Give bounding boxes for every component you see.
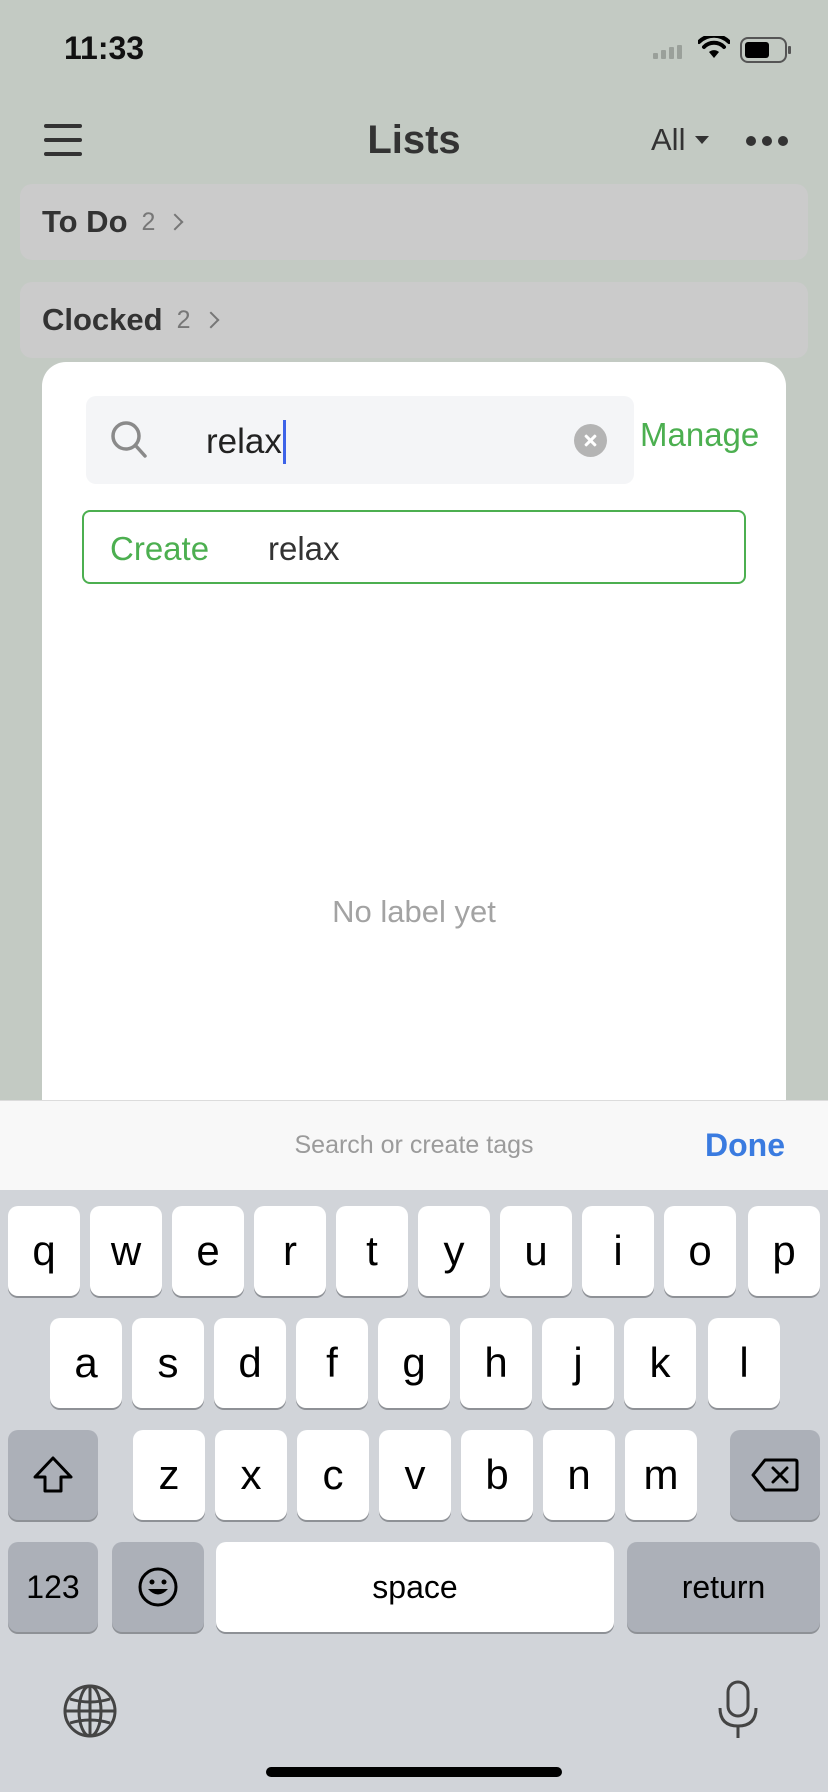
app-header: Lists All	[0, 100, 828, 180]
wifi-icon	[698, 36, 730, 58]
list-row-clocked[interactable]: Clocked 2	[20, 282, 808, 358]
create-label: Create	[110, 530, 210, 567]
empty-state-message: No label yet	[332, 894, 496, 929]
key-v[interactable]: v	[379, 1430, 451, 1520]
key-y[interactable]: y	[418, 1206, 490, 1296]
done-button[interactable]: Done	[705, 1127, 785, 1164]
cellular-signal-icon	[653, 45, 682, 59]
filter-dropdown[interactable]: All	[651, 122, 710, 158]
key-u[interactable]: u	[500, 1206, 572, 1296]
shift-icon	[33, 1456, 73, 1493]
key-i[interactable]: i	[582, 1206, 654, 1296]
backspace-icon	[751, 1458, 799, 1492]
search-value: relax	[206, 422, 282, 461]
key-a[interactable]: a	[50, 1318, 122, 1408]
key-m[interactable]: m	[625, 1430, 697, 1520]
caret-down-icon	[695, 136, 710, 144]
key-k[interactable]: k	[624, 1318, 696, 1408]
search-icon	[111, 421, 147, 458]
key-c[interactable]: c	[297, 1430, 369, 1520]
key-b[interactable]: b	[461, 1430, 533, 1520]
filter-label: All	[651, 122, 686, 157]
list-name: Clocked	[42, 302, 163, 337]
create-tag-button[interactable]: Create relax	[82, 510, 746, 584]
tag-sheet: relax Manage Create relax No label yet	[42, 362, 786, 1102]
delete-key[interactable]	[730, 1430, 820, 1520]
shift-key[interactable]	[8, 1430, 98, 1520]
key-w[interactable]: w	[90, 1206, 162, 1296]
home-indicator	[266, 1767, 562, 1777]
key-d[interactable]: d	[214, 1318, 286, 1408]
clear-icon[interactable]	[574, 424, 607, 457]
list-name: To Do	[42, 204, 128, 239]
text-cursor	[282, 420, 286, 464]
chevron-right-icon	[166, 213, 184, 231]
battery-icon	[740, 37, 791, 63]
key-p[interactable]: p	[748, 1206, 820, 1296]
emoji-key[interactable]	[112, 1542, 204, 1632]
accessory-placeholder: Search or create tags	[294, 1131, 534, 1159]
emoji-icon	[138, 1567, 178, 1607]
status-bar: 11:33	[0, 0, 828, 100]
numbers-key[interactable]: 123	[8, 1542, 98, 1632]
more-options-icon[interactable]	[746, 136, 788, 146]
key-j[interactable]: j	[542, 1318, 614, 1408]
keyboard-accessory-bar: Search or create tags Done	[0, 1100, 828, 1190]
key-g[interactable]: g	[378, 1318, 450, 1408]
key-x[interactable]: x	[215, 1430, 287, 1520]
key-r[interactable]: r	[254, 1206, 326, 1296]
key-n[interactable]: n	[543, 1430, 615, 1520]
key-e[interactable]: e	[172, 1206, 244, 1296]
chevron-right-icon	[202, 311, 220, 329]
status-time: 11:33	[64, 30, 145, 66]
manage-button[interactable]: Manage	[640, 416, 759, 454]
key-s[interactable]: s	[132, 1318, 204, 1408]
space-key[interactable]: space	[216, 1542, 614, 1632]
create-tag-value: relax	[268, 530, 340, 567]
microphone-icon[interactable]	[716, 1680, 760, 1740]
key-l[interactable]: l	[708, 1318, 780, 1408]
key-h[interactable]: h	[460, 1318, 532, 1408]
return-key[interactable]: return	[627, 1542, 820, 1632]
list-count: 2	[176, 305, 191, 334]
list-row-todo[interactable]: To Do 2	[20, 184, 808, 260]
key-o[interactable]: o	[664, 1206, 736, 1296]
key-z[interactable]: z	[133, 1430, 205, 1520]
key-q[interactable]: q	[8, 1206, 80, 1296]
key-t[interactable]: t	[336, 1206, 408, 1296]
tag-search-input[interactable]: relax	[86, 396, 634, 484]
globe-icon[interactable]	[62, 1683, 118, 1739]
key-f[interactable]: f	[296, 1318, 368, 1408]
list-count: 2	[141, 207, 156, 236]
